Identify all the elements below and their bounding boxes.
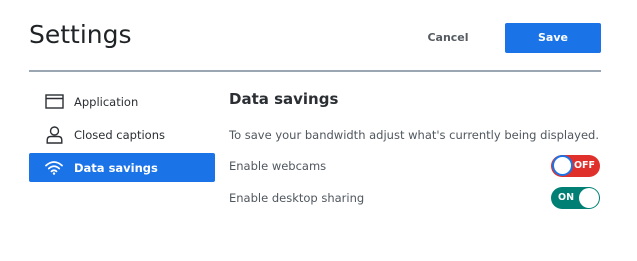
section-title: Data savings — [229, 90, 339, 108]
page-title: Settings — [29, 20, 132, 49]
setting-label: Enable desktop sharing — [229, 191, 365, 205]
cancel-button[interactable]: Cancel — [418, 24, 478, 52]
header-divider — [29, 70, 601, 72]
person-icon — [44, 125, 64, 145]
wifi-icon — [44, 158, 64, 178]
setting-label: Enable webcams — [229, 159, 327, 173]
desktop-sharing-toggle[interactable]: ON — [551, 187, 600, 209]
section-description: To save your bandwidth adjust what's cur… — [229, 128, 600, 142]
window-icon — [44, 92, 64, 112]
sidebar-item-label: Closed captions — [74, 127, 165, 142]
sidebar-item-label: Data savings — [74, 160, 158, 175]
webcams-toggle[interactable]: OFF — [551, 155, 600, 177]
save-button[interactable]: Save — [505, 23, 601, 53]
sidebar-item-data-savings[interactable]: Data savings — [29, 153, 215, 182]
toggle-state-text: OFF — [573, 160, 595, 171]
sidebar: Application Closed captions Data savings — [29, 87, 215, 186]
toggle-knob — [579, 188, 599, 208]
setting-row-webcams: Enable webcams OFF — [229, 155, 601, 179]
toggle-knob — [552, 155, 573, 176]
settings-panel: Data savings To save your bandwidth adju… — [229, 88, 601, 209]
toggle-state-text: ON — [558, 192, 575, 203]
sidebar-item-label: Application — [74, 94, 139, 109]
sidebar-item-application[interactable]: Application — [29, 87, 215, 116]
sidebar-item-closed-captions[interactable]: Closed captions — [29, 120, 215, 149]
setting-row-desktop-sharing: Enable desktop sharing ON — [229, 187, 601, 211]
